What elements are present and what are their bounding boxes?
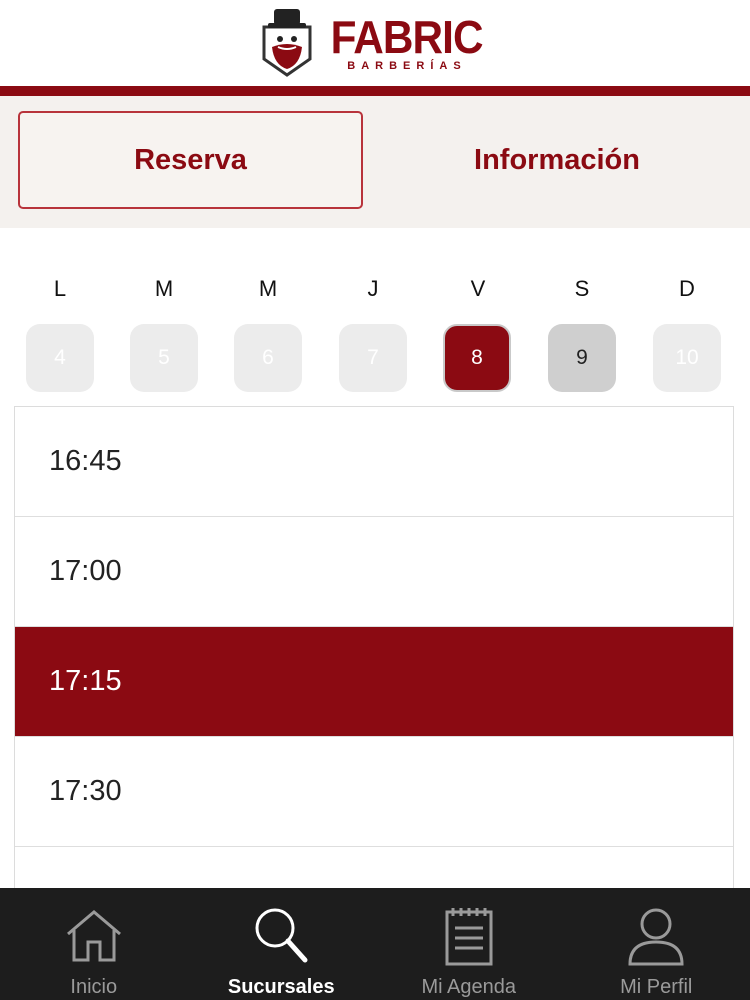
nav-label: Mi Agenda xyxy=(421,976,516,998)
nav-label: Mi Perfil xyxy=(620,976,693,998)
brand-wordmark: FABRIC BARBERÍAS xyxy=(324,14,489,72)
day-button-9[interactable]: 9 xyxy=(548,324,616,392)
tab-informacion[interactable]: Información xyxy=(372,111,742,209)
day-letter: J xyxy=(367,276,379,301)
brand-name: FABRIC xyxy=(330,11,484,63)
nav-label: Sucursales xyxy=(227,976,335,998)
day-button-6: 6 xyxy=(234,324,302,392)
home-icon xyxy=(66,910,121,962)
nav-inicio[interactable]: Inicio xyxy=(0,888,188,1000)
week-calendar: L M M J V S D 4 5 6 7 8 9 10 xyxy=(0,228,750,406)
day-button-7: 7 xyxy=(339,324,407,392)
day-button-8[interactable]: 8 xyxy=(443,324,511,392)
tab-bar: Reserva Información xyxy=(0,96,750,228)
tab-reserva[interactable]: Reserva xyxy=(18,111,363,209)
day-button-10: 10 xyxy=(653,324,721,392)
time-slot[interactable]: 17:30 xyxy=(15,737,733,847)
nav-sucursales[interactable]: Sucursales xyxy=(188,888,376,1000)
user-icon xyxy=(628,908,684,966)
day-letter: L xyxy=(53,276,67,301)
notepad-icon xyxy=(445,908,493,966)
time-slot-list: 16:45 17:00 17:15 17:30 xyxy=(14,406,734,890)
day-letter: S xyxy=(574,276,590,301)
bottom-navigation: Inicio Sucursales Mi Agenda Mi Perfil xyxy=(0,888,750,1000)
barber-mascot-icon xyxy=(262,9,312,77)
day-letter: M xyxy=(154,276,174,301)
day-button-4: 4 xyxy=(26,324,94,392)
app-header: FABRIC BARBERÍAS xyxy=(0,0,750,86)
day-letter: D xyxy=(679,276,695,301)
brand-logo: FABRIC BARBERÍAS xyxy=(260,7,489,79)
time-slot[interactable] xyxy=(15,847,733,890)
nav-mi-agenda[interactable]: Mi Agenda xyxy=(375,888,563,1000)
time-slot[interactable]: 16:45 xyxy=(15,407,733,517)
nav-mi-perfil[interactable]: Mi Perfil xyxy=(563,888,750,1000)
day-button-5: 5 xyxy=(130,324,198,392)
time-slot-selected[interactable]: 17:15 xyxy=(15,627,733,737)
time-slot[interactable]: 17:00 xyxy=(15,517,733,627)
search-icon xyxy=(255,908,308,963)
header-divider xyxy=(0,86,750,96)
day-letter: V xyxy=(470,276,486,301)
nav-label: Inicio xyxy=(70,976,118,998)
app-screen: FABRIC BARBERÍAS Reserva Información L M… xyxy=(0,0,750,1000)
day-letter: M xyxy=(258,276,278,301)
